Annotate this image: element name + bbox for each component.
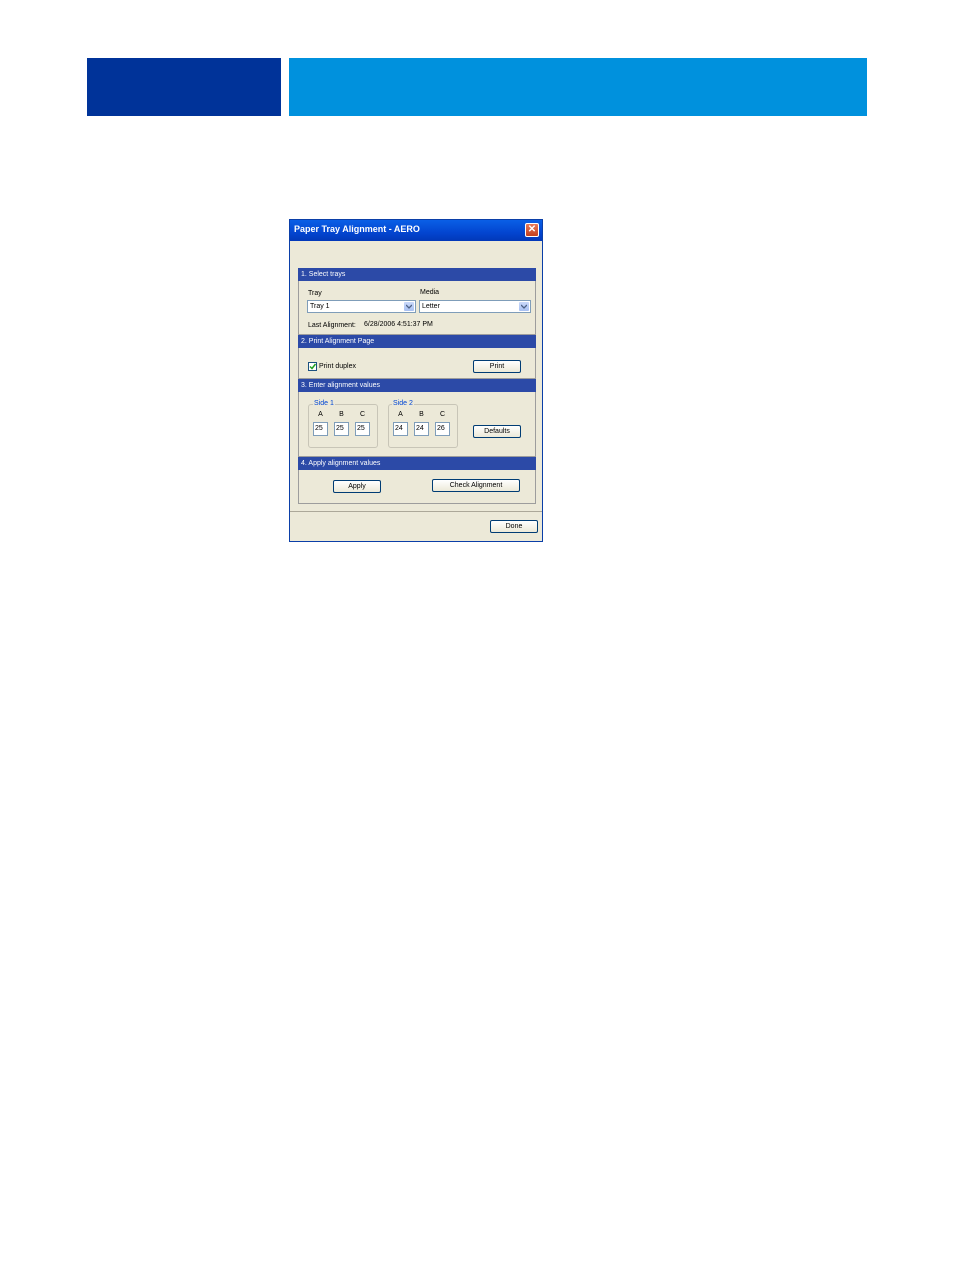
tray-dropdown-value: Tray 1 <box>310 303 330 310</box>
side1-col-b: B <box>339 411 344 418</box>
side2-a-input[interactable]: 24 <box>393 422 408 436</box>
done-button[interactable]: Done <box>490 520 538 533</box>
side2-title: Side 2 <box>392 400 414 407</box>
close-icon: ✕ <box>527 224 537 235</box>
defaults-button[interactable]: Defaults <box>473 425 521 438</box>
check-alignment-button[interactable]: Check Alignment <box>432 479 520 492</box>
print-duplex-checkbox[interactable] <box>308 362 317 371</box>
print-button[interactable]: Print <box>473 360 521 373</box>
dialog-title: Paper Tray Alignment - AERO <box>294 224 420 234</box>
print-duplex-label: Print duplex <box>319 363 356 370</box>
side2-col-a: A <box>398 411 403 418</box>
media-dropdown-value: Letter <box>422 303 440 310</box>
header-band-light <box>289 58 867 116</box>
chevron-down-icon[interactable] <box>404 302 414 311</box>
apply-button[interactable]: Apply <box>333 480 381 493</box>
side1-col-c: C <box>359 411 366 418</box>
section-select-trays-header: 1. Select trays <box>298 268 536 281</box>
side2-b-input[interactable]: 24 <box>414 422 429 436</box>
side2-c-input[interactable]: 26 <box>435 422 450 436</box>
side1-a-input[interactable]: 25 <box>313 422 328 436</box>
checkmark-icon <box>309 363 316 370</box>
header-band-dark <box>87 58 281 116</box>
media-dropdown[interactable]: Letter <box>419 300 531 313</box>
side1-b-input[interactable]: 25 <box>334 422 349 436</box>
last-alignment-value: 6/28/2006 4:51:37 PM <box>364 321 433 328</box>
media-label: Media <box>420 289 440 296</box>
section-apply-values-header: 4. Apply alignment values <box>298 457 536 470</box>
title-bar[interactable]: Paper Tray Alignment - AERO ✕ <box>290 220 542 241</box>
tray-label: Tray <box>308 290 322 297</box>
close-button[interactable]: ✕ <box>525 223 539 237</box>
paper-tray-alignment-dialog: Paper Tray Alignment - AERO ✕ 1. Select … <box>289 219 543 542</box>
footer-divider <box>290 511 542 512</box>
side2-col-c: C <box>439 411 446 418</box>
side1-col-a: A <box>318 411 323 418</box>
tray-dropdown[interactable]: Tray 1 <box>307 300 416 313</box>
section-enter-values-header: 3. Enter alignment values <box>298 379 536 392</box>
side2-col-b: B <box>419 411 424 418</box>
last-alignment-label: Last Alignment: <box>308 322 356 329</box>
side1-c-input[interactable]: 25 <box>355 422 370 436</box>
section-print-alignment-header: 2. Print Alignment Page <box>298 335 536 348</box>
side1-title: Side 1 <box>313 400 335 407</box>
chevron-down-icon[interactable] <box>519 302 529 311</box>
